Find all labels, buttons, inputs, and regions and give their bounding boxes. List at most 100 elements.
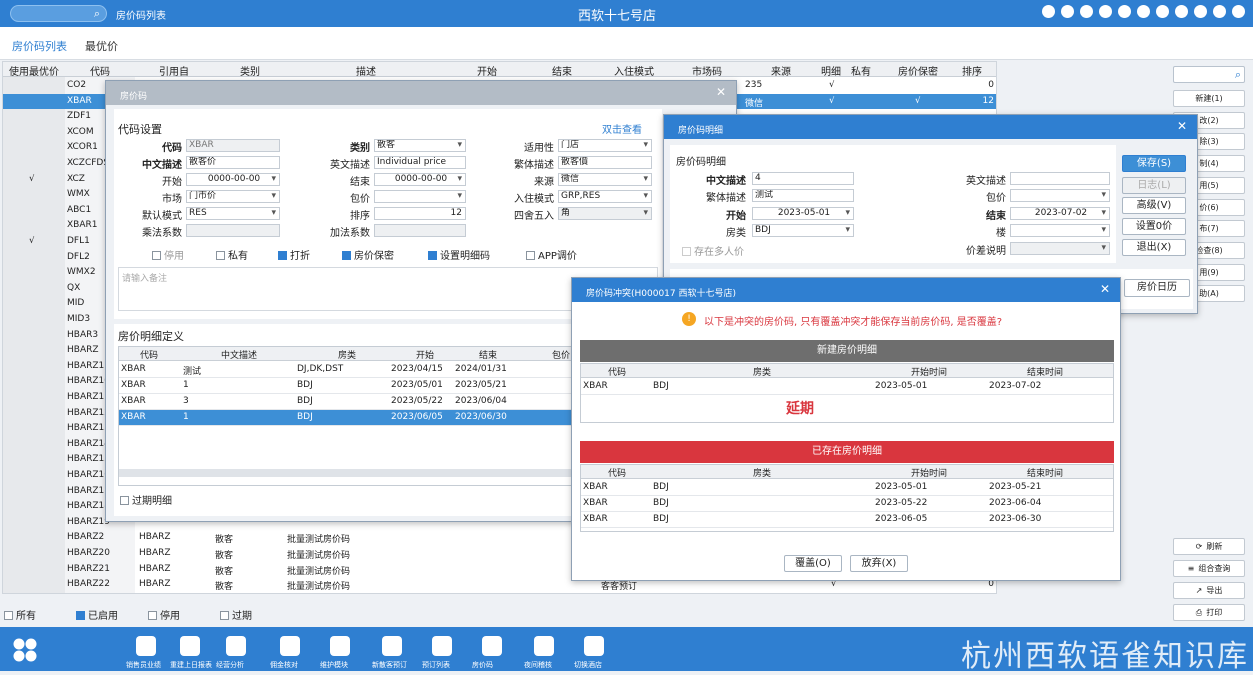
phone-icon[interactable] (1080, 5, 1093, 18)
col-header[interactable]: 市场码 (671, 63, 743, 78)
price-diff-select[interactable] (1010, 242, 1110, 255)
market-select[interactable]: 门市价 (186, 190, 280, 203)
source-select[interactable]: 微信 (558, 173, 652, 186)
menu-icon[interactable] (1118, 5, 1131, 18)
global-search[interactable]: ⌕ (10, 5, 107, 22)
add-field[interactable] (374, 224, 466, 237)
package-select[interactable] (1010, 189, 1110, 202)
dock-item-icon[interactable] (280, 636, 300, 656)
table-row[interactable]: XBAR BDJ 2023-05-01 2023-05-21 (581, 480, 1113, 496)
dock-item-label[interactable]: 预订列表 (422, 660, 450, 670)
col-header[interactable]: 开始 (455, 63, 519, 78)
dock-item-icon[interactable] (180, 636, 200, 656)
abandon-button[interactable]: 放弃(X) (850, 555, 908, 572)
col-header[interactable]: 使用最优价 (5, 63, 63, 78)
filter-checkbox[interactable]: 所有 (4, 607, 36, 622)
dock-item-icon[interactable] (136, 636, 156, 656)
ename-field[interactable] (1010, 172, 1110, 185)
ename-field[interactable]: Individual price (374, 156, 466, 169)
mult-field[interactable] (186, 224, 280, 237)
col-header[interactable]: 开始 (395, 348, 455, 361)
dock-item-label[interactable]: 新散客预订 (372, 660, 407, 670)
code-field[interactable]: XBAR (186, 139, 280, 152)
col-header[interactable]: 类别 (213, 63, 287, 78)
package-select[interactable] (374, 190, 466, 203)
filter-checkbox[interactable]: 停用 (148, 607, 180, 622)
option-checkbox[interactable]: 打折 (278, 247, 310, 262)
close-icon[interactable]: ✕ (1177, 119, 1187, 133)
option-checkbox[interactable]: 停用 (152, 247, 184, 262)
multi-price-checkbox[interactable]: 存在多人价 (682, 243, 744, 258)
palette-icon[interactable] (1099, 5, 1112, 18)
col-header[interactable]: 代码 (121, 348, 177, 361)
dock-item-label[interactable]: 佣金核对 (270, 660, 298, 670)
expired-detail-checkbox[interactable]: 过期明细 (120, 492, 172, 507)
toolbar-button[interactable]: ≡ 组合查询 (1173, 560, 1245, 577)
dock-item-icon[interactable] (382, 636, 402, 656)
exit-button[interactable]: 退出(X) (1122, 239, 1186, 256)
col-header[interactable]: 房价保密 (883, 63, 953, 78)
toolbar-button[interactable]: ↗ 导出 (1173, 582, 1245, 599)
power-icon[interactable] (1232, 5, 1245, 18)
col-header[interactable]: 结束时间 (987, 466, 1103, 479)
col-header[interactable]: 明细 (819, 63, 843, 78)
mail-icon[interactable] (1175, 5, 1188, 18)
cname-field[interactable]: 4 (752, 172, 854, 185)
log-button[interactable]: 日志(L) (1122, 177, 1186, 194)
col-header[interactable]: 私有 (849, 63, 873, 78)
dock-item-icon[interactable] (534, 636, 554, 656)
toolbar-button[interactable]: 新建(1) (1173, 90, 1245, 107)
col-header[interactable]: 引用自 (137, 63, 211, 78)
col-header[interactable]: 开始时间 (873, 466, 985, 479)
sort-field[interactable]: 12 (374, 207, 466, 220)
category-select[interactable]: 散客 (374, 139, 466, 152)
table-row[interactable]: XBAR BDJ 2023-05-22 2023-06-04 (581, 496, 1113, 512)
dock-item-icon[interactable] (432, 636, 452, 656)
apps-grid-icon[interactable] (12, 637, 38, 663)
dock-item-label[interactable]: 经营分析 (216, 660, 244, 670)
cname-field[interactable]: 散客价 (186, 156, 280, 169)
theme-icon[interactable] (1156, 5, 1169, 18)
star-icon[interactable] (1137, 5, 1150, 18)
toolbar-search-input[interactable]: ⌕ (1173, 66, 1245, 83)
save-button[interactable]: 保存(S) (1122, 155, 1186, 172)
col-header[interactable]: 房类 (653, 365, 871, 378)
wifi-icon[interactable] (1042, 5, 1055, 18)
dock-item-label[interactable]: 维护模块 (320, 660, 348, 670)
close-icon[interactable]: ✕ (1100, 282, 1110, 296)
overwrite-button[interactable]: 覆盖(O) (784, 555, 842, 572)
col-header[interactable]: 中文描述 (179, 348, 299, 361)
col-header[interactable]: 房类 (653, 466, 871, 479)
dock-item-label[interactable]: 销售员业绩 (126, 660, 161, 670)
col-header[interactable]: 来源 (745, 63, 817, 78)
dock-item-icon[interactable] (226, 636, 246, 656)
col-header[interactable]: 结束 (457, 348, 519, 361)
checkin-mode-select[interactable]: GRP,RES (558, 190, 652, 203)
end-date-select[interactable]: 0000-00-00 (374, 173, 466, 186)
option-checkbox[interactable]: 私有 (216, 247, 248, 262)
dock-item-icon[interactable] (330, 636, 350, 656)
set-zero-price-button[interactable]: 设置0价 (1122, 218, 1186, 235)
col-header[interactable]: 结束 (527, 63, 597, 78)
col-header[interactable]: 代码 (583, 466, 651, 479)
advanced-button[interactable]: 高级(V) (1122, 197, 1186, 214)
dock-item-label[interactable]: 切换酒店 (574, 660, 602, 670)
filter-checkbox[interactable]: 已启用 (76, 607, 118, 622)
dock-item-icon[interactable] (584, 636, 604, 656)
rate-calendar-button[interactable]: 房价日历 (1124, 279, 1190, 297)
tname-field[interactable]: 散客價 (558, 156, 652, 169)
toolbar-button[interactable]: ⎙ 打印 (1173, 604, 1245, 621)
table-row[interactable]: XBAR BDJ 2023-06-05 2023-06-30 (581, 512, 1113, 528)
toolbar-button[interactable]: ⟳ 刷新 (1173, 538, 1245, 555)
col-header[interactable]: 入住模式 (599, 63, 669, 78)
dock-item-label[interactable]: 夜间稽核 (524, 660, 552, 670)
col-header[interactable]: 房类 (301, 348, 393, 361)
double-click-view-link[interactable]: 双击查看 (602, 121, 642, 136)
home-icon[interactable] (1213, 5, 1226, 18)
tab-rate-code-list[interactable]: 房价码列表 (10, 38, 69, 63)
tname-field[interactable]: 测试 (752, 189, 854, 202)
col-header[interactable]: 结束时间 (987, 365, 1103, 378)
col-header[interactable]: 代码 (583, 365, 651, 378)
floor-select[interactable] (1010, 224, 1110, 237)
col-header[interactable]: 代码 (67, 63, 133, 78)
